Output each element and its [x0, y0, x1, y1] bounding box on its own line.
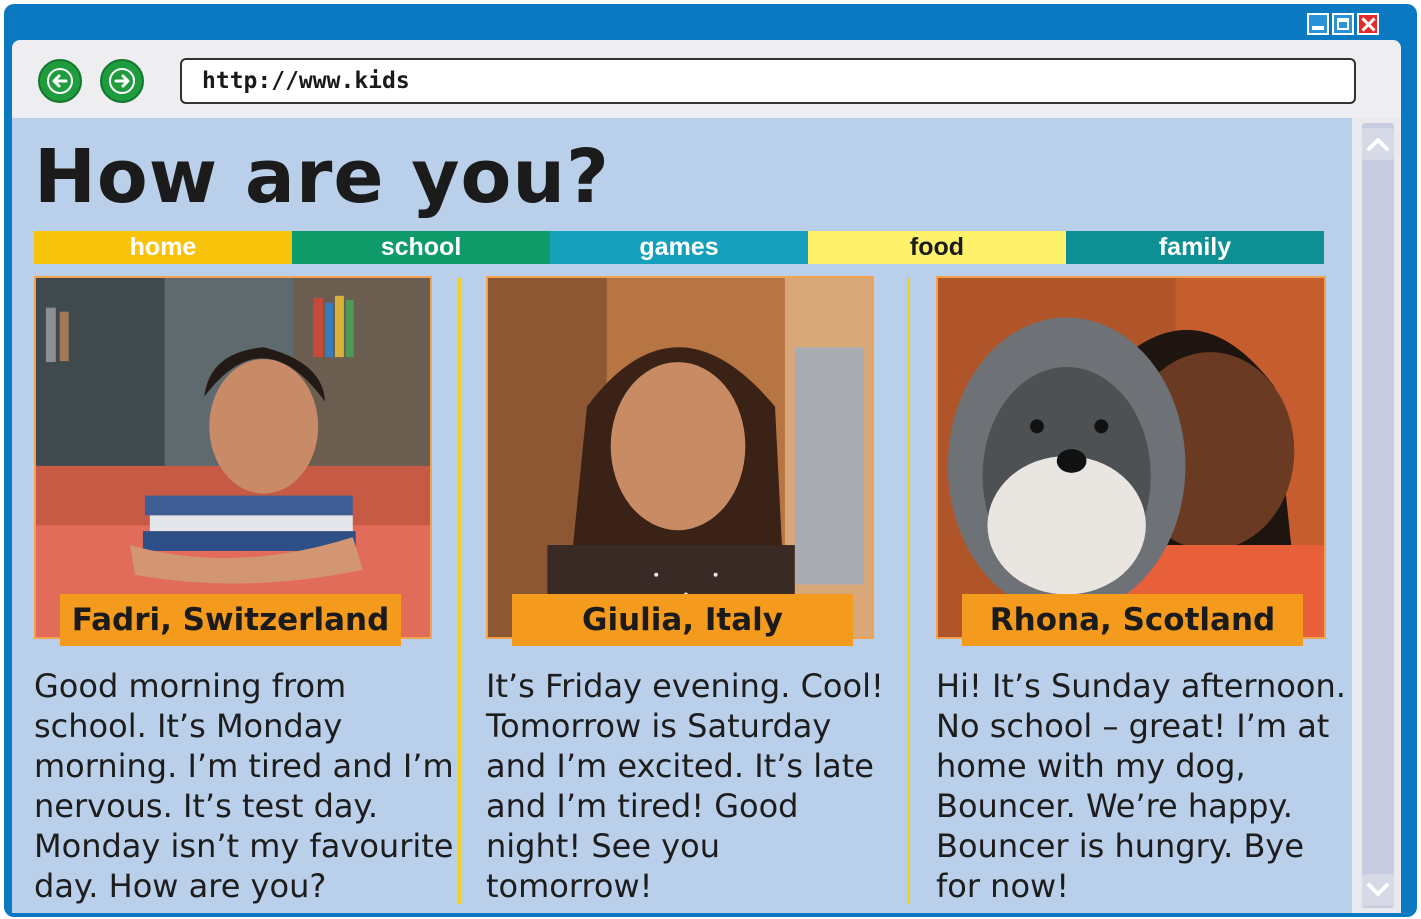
- profile-photo: [936, 276, 1326, 639]
- profile-name-badge: Fadri, Switzerland: [60, 594, 401, 646]
- close-icon[interactable]: [1357, 13, 1379, 35]
- tab-home[interactable]: home: [34, 231, 292, 264]
- chevron-up-icon: [1367, 138, 1389, 151]
- profile-name-badge: Rhona, Scotland: [962, 594, 1303, 646]
- profile-photo: [34, 276, 432, 639]
- browser-toolbar: http://www.kids: [12, 40, 1401, 118]
- tab-family[interactable]: family: [1066, 231, 1324, 264]
- profile-card-fadri: Fadri, Switzerland Good morning from sch…: [34, 276, 454, 905]
- column-divider: [458, 278, 461, 904]
- profile-message: It’s Friday evening. Cool! Tomorrow is S…: [486, 667, 884, 905]
- scroll-track[interactable]: [1362, 123, 1394, 908]
- profile-message: Good morning from school. It’s Monday mo…: [34, 667, 454, 905]
- maximize-icon[interactable]: [1332, 13, 1354, 35]
- tab-school[interactable]: school: [292, 231, 550, 264]
- window-controls: [1307, 13, 1379, 35]
- scroll-down-button[interactable]: [1362, 874, 1394, 906]
- page-content: How are you? home school games food fami…: [12, 118, 1352, 913]
- address-bar[interactable]: http://www.kids: [180, 58, 1356, 104]
- minimize-icon[interactable]: [1307, 13, 1329, 35]
- profile-card-giulia: Giulia, Italy It’s Friday evening. Cool!…: [486, 276, 884, 905]
- girl-with-dog-photo: [938, 278, 1324, 637]
- girl-with-laptop-photo: [488, 278, 872, 637]
- forward-button[interactable]: [100, 59, 144, 103]
- chevron-down-icon: [1367, 883, 1389, 896]
- tab-games[interactable]: games: [550, 231, 808, 264]
- nav-tabs: home school games food family: [34, 231, 1324, 264]
- back-button[interactable]: [38, 59, 82, 103]
- arrow-right-icon: [114, 74, 130, 88]
- profile-card-rhona: Rhona, Scotland Hi! It’s Sunday afternoo…: [936, 276, 1346, 905]
- profile-photo: [486, 276, 874, 639]
- profile-name-badge: Giulia, Italy: [512, 594, 853, 646]
- tab-food[interactable]: food: [808, 231, 1066, 264]
- vertical-scrollbar[interactable]: [1352, 118, 1401, 913]
- scroll-up-button[interactable]: [1362, 128, 1394, 160]
- arrow-left-icon: [52, 74, 68, 88]
- page-title: How are you?: [34, 134, 610, 220]
- boy-with-books-photo: [36, 278, 430, 637]
- profile-message: Hi! It’s Sunday afternoon. No school – g…: [936, 667, 1346, 905]
- column-divider: [907, 278, 910, 904]
